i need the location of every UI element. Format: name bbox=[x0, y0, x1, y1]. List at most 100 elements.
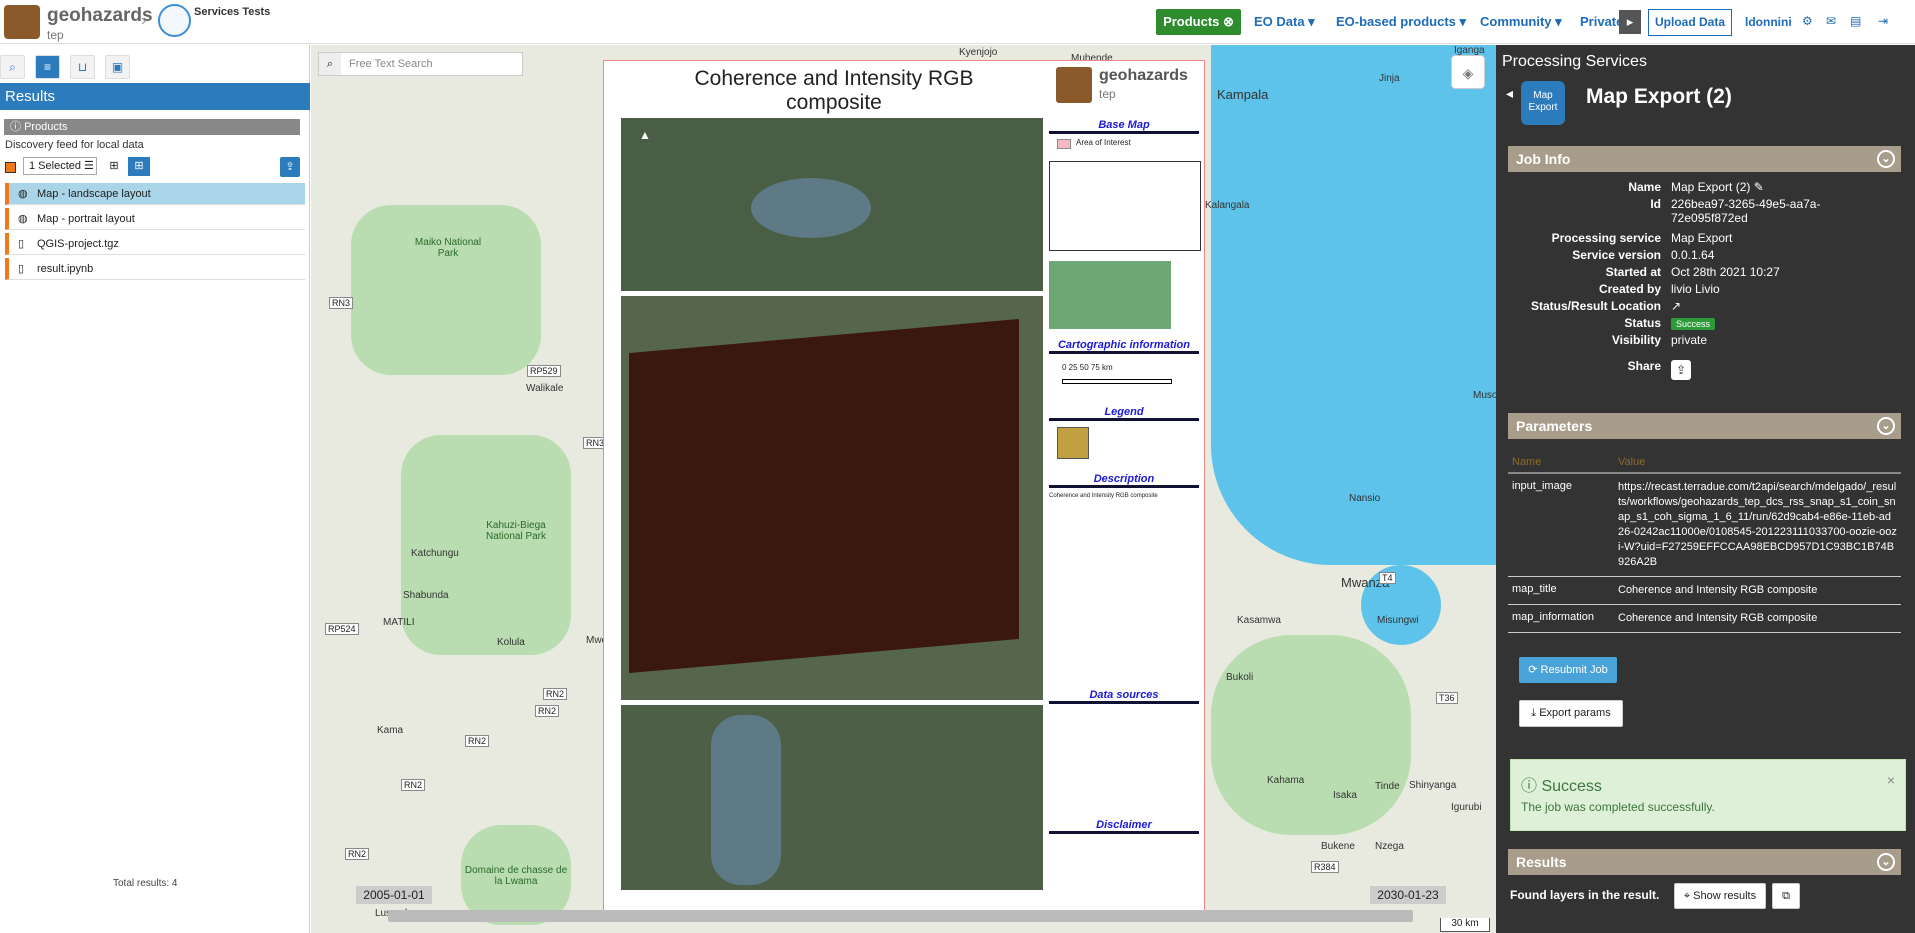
select-all-checkbox[interactable] bbox=[5, 162, 16, 173]
list-item[interactable]: ◍ Map - landscape layout bbox=[5, 183, 305, 205]
road-marker: RN2 bbox=[543, 688, 568, 700]
breadcrumb-service[interactable]: Services Tests bbox=[194, 6, 270, 18]
add-all-basket-icon[interactable]: ⊞ bbox=[128, 157, 150, 176]
road-marker: RN2 bbox=[535, 705, 560, 717]
job-info-header[interactable]: Job Info ⌄ bbox=[1508, 146, 1901, 172]
service-title: Map Export (2) bbox=[1586, 85, 1732, 108]
description-title: Description bbox=[1049, 473, 1199, 488]
nav-eo-based-products[interactable]: EO-based products ▾ bbox=[1336, 10, 1466, 34]
map-label: Kolula bbox=[497, 637, 525, 648]
copy-icon[interactable]: ⧉ bbox=[1772, 883, 1800, 909]
job-label: Visibility bbox=[1611, 333, 1661, 347]
top-navbar: geohazards tep › Services Tests Products… bbox=[0, 0, 1915, 44]
job-label: Processing service bbox=[1551, 231, 1661, 245]
map-scale: 30 km bbox=[1440, 918, 1490, 932]
upload-data-button[interactable]: Upload Data bbox=[1648, 9, 1732, 36]
discovery-feed-text: Discovery feed for local data bbox=[5, 139, 144, 151]
map-label: Katchungu bbox=[411, 548, 459, 559]
legend-title: Legend bbox=[1049, 406, 1199, 421]
nav-scroll-right-icon[interactable]: ▸ bbox=[1619, 10, 1641, 34]
map-label: Nansio bbox=[1349, 493, 1381, 504]
free-text-search[interactable]: ⌕ Free Text Search bbox=[318, 52, 523, 76]
chevron-down-icon[interactable]: ⌄ bbox=[1877, 150, 1895, 168]
map-label: Nzega bbox=[1375, 841, 1404, 852]
geohazards-logo[interactable] bbox=[4, 5, 40, 39]
user-menu[interactable]: ldonnini bbox=[1745, 10, 1792, 34]
list-item[interactable]: ▯ QGIS-project.tgz bbox=[5, 233, 305, 255]
job-value[interactable]: Map Export (2) ✎ bbox=[1671, 180, 1881, 194]
selection-dropdown[interactable]: 1 Selected ☰ bbox=[23, 157, 97, 175]
map-label: Kalangala bbox=[1205, 200, 1250, 211]
timeline-start[interactable]: 2005-01-01 bbox=[356, 886, 432, 904]
list-item[interactable]: ▯ result.ipynb bbox=[5, 258, 305, 280]
back-arrow-icon[interactable]: ◂ bbox=[1506, 85, 1513, 102]
success-alert: ⓘ Success The job was completed successf… bbox=[1510, 759, 1906, 831]
archive-tab-icon[interactable]: ▣ bbox=[105, 55, 130, 79]
chevron-right-icon: › bbox=[141, 12, 147, 29]
data-sources-title: Data sources bbox=[1049, 689, 1199, 704]
map-label: Kampala bbox=[1217, 87, 1269, 102]
map-label: Walikale bbox=[526, 383, 564, 394]
list-tab-icon[interactable]: ≡ bbox=[35, 55, 60, 79]
disclaimer-title: Disclaimer bbox=[1049, 819, 1199, 834]
share-icon[interactable]: ⇪ bbox=[1671, 360, 1691, 380]
products-section-header: ⓘ Products bbox=[4, 119, 300, 135]
cartographic-info-title: Cartographic information bbox=[1049, 339, 1199, 354]
world-overview-map bbox=[1049, 161, 1201, 251]
job-label: Created by bbox=[1598, 282, 1661, 296]
external-link-icon[interactable]: ↗ bbox=[1671, 299, 1881, 313]
close-icon[interactable]: × bbox=[1887, 772, 1895, 788]
list-item[interactable]: ◍ Map - portrait layout bbox=[5, 208, 305, 230]
lake-shape bbox=[751, 178, 871, 238]
search-placeholder: Free Text Search bbox=[349, 58, 433, 70]
add-basket-icon[interactable]: ⊞ bbox=[103, 157, 125, 176]
timeline-end[interactable]: 2030-01-23 bbox=[1370, 886, 1446, 904]
show-results-button[interactable]: ⌖ Show results bbox=[1674, 883, 1766, 909]
results-section-header[interactable]: Results ⌄ bbox=[1508, 849, 1901, 875]
gear-icon[interactable]: ⚙ bbox=[1802, 14, 1813, 28]
nav-eo-data[interactable]: EO Data ▾ bbox=[1254, 10, 1315, 34]
chevron-down-icon[interactable]: ⌄ bbox=[1877, 853, 1895, 871]
nav-private[interactable]: Private bbox=[1580, 10, 1623, 34]
service-icon[interactable] bbox=[158, 4, 191, 37]
map-label: Kahuzi-Biega National Park bbox=[485, 520, 547, 542]
success-title: ⓘ Success bbox=[1521, 778, 1602, 795]
doc-logo-text: geohazards bbox=[1099, 67, 1188, 84]
map-label: Bukene bbox=[1321, 841, 1355, 852]
map-label: Kyenjojo bbox=[959, 47, 998, 58]
param-value: https://recast.terradue.com/t2api/search… bbox=[1618, 481, 1897, 568]
map-label: Shinyanga bbox=[1409, 780, 1457, 791]
layers-icon[interactable]: ◈ bbox=[1451, 55, 1485, 89]
book-icon[interactable]: ▤ bbox=[1850, 14, 1861, 28]
map-label: Musoma bbox=[1473, 390, 1496, 401]
logo-text[interactable]: geohazards bbox=[47, 5, 153, 27]
road-marker: RN3 bbox=[329, 297, 354, 309]
status-badge: Success bbox=[1671, 318, 1716, 330]
road-marker: RP524 bbox=[325, 623, 359, 635]
nav-community[interactable]: Community ▾ bbox=[1480, 10, 1562, 34]
signout-icon[interactable]: ⇥ bbox=[1878, 14, 1888, 28]
export-params-button[interactable]: ⤓ Export params bbox=[1519, 700, 1623, 727]
parameters-header[interactable]: Parameters ⌄ bbox=[1508, 413, 1901, 439]
map-export-preview[interactable]: Coherence and Intensity RGB composite ge… bbox=[603, 60, 1205, 912]
map-label: Bukoli bbox=[1226, 672, 1254, 683]
description-text: Coherence and Intensity RGB composite bbox=[1049, 493, 1158, 499]
doc-logo-sub: tep bbox=[1099, 87, 1116, 101]
envelope-icon[interactable]: ✉ bbox=[1826, 14, 1836, 28]
resubmit-job-button[interactable]: ⟳ Resubmit Job bbox=[1519, 657, 1617, 683]
map-label: Kahama bbox=[1267, 775, 1305, 786]
job-value: Map Export bbox=[1671, 231, 1733, 245]
map-export-icon: Map Export bbox=[1521, 81, 1565, 125]
timeline-slider[interactable] bbox=[388, 910, 1413, 922]
job-value: 0.0.1.64 bbox=[1671, 248, 1715, 262]
job-value: private bbox=[1671, 333, 1708, 347]
search-tab-icon[interactable]: ⌕ bbox=[0, 55, 25, 79]
lake-shape bbox=[711, 715, 781, 885]
globe-icon: ◍ bbox=[18, 213, 28, 225]
chevron-down-icon[interactable]: ⌄ bbox=[1877, 417, 1895, 435]
search-icon: ⌕ bbox=[319, 53, 341, 75]
products-button[interactable]: Products ⊗ bbox=[1156, 9, 1241, 35]
job-value: livio Livio bbox=[1671, 282, 1720, 296]
share-icon[interactable]: ⇪ bbox=[280, 157, 300, 177]
basket-tab-icon[interactable]: ⊔ bbox=[70, 55, 95, 79]
